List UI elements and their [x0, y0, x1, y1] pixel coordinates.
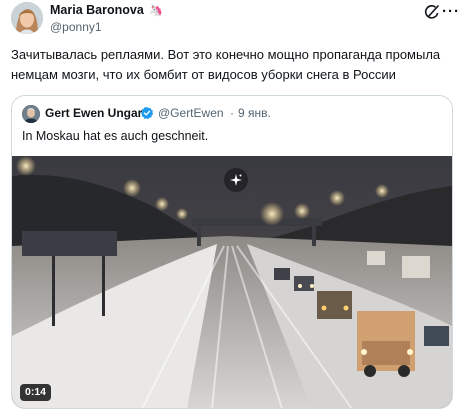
more-dots-icon[interactable]: ··· — [441, 3, 461, 21]
video-duration-badge: 0:14 — [20, 384, 52, 401]
author-avatar[interactable] — [11, 2, 43, 34]
author-name[interactable]: Maria Baronova 🦄 — [50, 3, 163, 17]
sparkle-icon[interactable] — [224, 168, 248, 192]
video-frame — [12, 156, 452, 408]
quoted-author-avatar[interactable] — [22, 105, 40, 123]
unicorn-emoji: 🦄 — [149, 5, 163, 17]
post[interactable]: Maria Baronova 🦄 @ponny1 ··· Зачитывалас… — [0, 0, 463, 414]
author-name-text[interactable]: Maria Baronova — [50, 3, 144, 17]
quoted-author-handle[interactable]: @GertEwen — [158, 106, 224, 120]
quoted-post[interactable]: Gert Ewen Ungar @GertEwen · 9 янв. In Mo… — [11, 95, 453, 409]
author-handle[interactable]: @ponny1 — [50, 20, 102, 34]
quoted-author-name[interactable]: Gert Ewen Ungar — [45, 106, 142, 120]
separator-dot: · — [230, 106, 234, 120]
grok-slash-icon[interactable] — [422, 3, 442, 21]
verified-badge-icon — [140, 106, 154, 120]
video-player[interactable]: 0:14 — [12, 156, 452, 408]
quoted-post-text: In Moskau hat es auch geschneit. — [22, 129, 209, 143]
quoted-post-date[interactable]: 9 янв. — [238, 106, 271, 120]
post-text: Зачитывалась реплаями. Вот это конечно м… — [11, 47, 441, 82]
